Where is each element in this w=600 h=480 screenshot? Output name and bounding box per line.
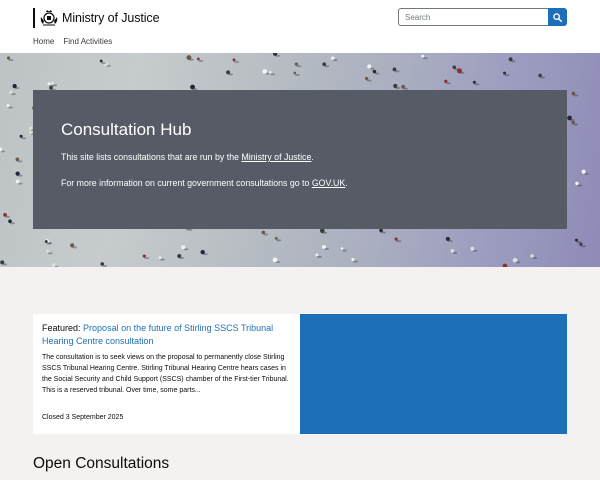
search-form: [398, 8, 567, 26]
hero-banner: Consultation Hub This site lists consult…: [0, 53, 600, 267]
crowd-person: [15, 179, 23, 185]
crowd-person: [315, 253, 322, 258]
crowd-person: [293, 71, 300, 76]
crowd-person: [46, 249, 53, 255]
crowd-person: [571, 120, 579, 126]
crowd-person: [364, 76, 372, 82]
nav-home[interactable]: Home: [33, 37, 54, 49]
hub-intro-text: This site lists consultations that are r…: [61, 152, 314, 162]
crowd-person: [15, 157, 23, 163]
search-input[interactable]: [398, 8, 548, 26]
crowd-person: [571, 91, 579, 97]
crowd-person: [567, 115, 575, 121]
crowd-person: [177, 254, 185, 260]
crowd-person: [226, 70, 234, 76]
crowd-person: [530, 254, 538, 259]
main-content: Featured: Proposal on the future of Stir…: [0, 267, 600, 480]
search-icon: [553, 12, 562, 22]
crowd-person: [186, 55, 194, 61]
crowd-person: [340, 247, 348, 252]
crowd-person: [351, 257, 358, 263]
crowd-person: [273, 53, 281, 57]
featured-image[interactable]: [300, 314, 567, 434]
crowd-person: [196, 57, 204, 62]
crowd-person: [392, 67, 400, 73]
hub-more-info-text: For more information on current governme…: [61, 178, 348, 188]
crowd-person: [470, 246, 478, 252]
crowd-person: [367, 64, 375, 70]
crowd-person: [421, 54, 428, 60]
crowd-person: [503, 71, 510, 77]
crowd-person: [262, 69, 270, 75]
crowd-person: [331, 56, 338, 62]
crowd-person: [457, 68, 465, 74]
more-suffix: .: [345, 178, 348, 188]
crowd-person: [322, 244, 329, 250]
crowd-person: [261, 230, 269, 236]
crowd-person: [181, 245, 189, 251]
logo-text: Ministry of Justice: [62, 11, 160, 25]
crowd-person: [444, 79, 451, 85]
crowd-person: [538, 73, 546, 79]
main-nav: Home Find Activities: [33, 37, 112, 49]
crowd-person: [272, 257, 281, 263]
crowd-person: [322, 62, 330, 68]
crowd-person: [19, 134, 27, 140]
crowd-person: [394, 237, 402, 243]
royal-crest-icon: [40, 10, 58, 26]
crowd-person: [9, 90, 16, 96]
featured-description: The consultation is to seek views on the…: [42, 354, 289, 394]
crowd-person: [0, 147, 6, 153]
crowd-person: [512, 257, 521, 264]
crowd-person: [12, 83, 20, 90]
featured-status: Closed 3 September 2025: [42, 414, 124, 421]
crowd-person: [575, 181, 582, 187]
crowd-person: [6, 56, 14, 61]
crowd-person: [6, 104, 14, 109]
ministry-logo[interactable]: Ministry of Justice: [33, 8, 160, 28]
crowd-person: [142, 254, 150, 260]
logo-divider: [33, 8, 35, 28]
crowd-person: [232, 58, 240, 63]
more-prefix: For more information on current governme…: [61, 178, 312, 188]
crowd-person: [8, 219, 16, 225]
open-consultations-heading: Open Consultations: [33, 455, 170, 472]
crowd-person: [274, 236, 282, 242]
crowd-person: [294, 62, 302, 68]
crowd-person: [579, 242, 586, 248]
gov-uk-link[interactable]: GOV.UK: [312, 178, 345, 188]
crowd-person: [472, 80, 480, 86]
featured-label: Featured:: [42, 323, 81, 333]
crowd-person: [268, 70, 276, 76]
crowd-person: [574, 238, 582, 244]
crowd-person: [0, 260, 8, 266]
nav-find-activities[interactable]: Find Activities: [63, 37, 112, 49]
site-header: Ministry of Justice: [0, 0, 600, 34]
ministry-of-justice-link[interactable]: Ministry of Justice: [241, 152, 311, 162]
featured-consultation: Featured: Proposal on the future of Stir…: [33, 314, 567, 434]
crowd-person: [379, 228, 387, 234]
featured-heading: Featured: Proposal on the future of Stir…: [42, 322, 291, 348]
crowd-person: [3, 213, 11, 218]
crowd-person: [200, 249, 208, 256]
crowd-person: [372, 69, 380, 75]
search-button[interactable]: [548, 8, 567, 26]
featured-card: Featured: Proposal on the future of Stir…: [33, 314, 300, 434]
page-title: Consultation Hub: [61, 120, 192, 139]
intro-suffix: .: [311, 152, 314, 162]
crowd-person: [450, 249, 458, 254]
hub-intro-box: Consultation Hub This site lists consult…: [33, 90, 567, 229]
crowd-person: [581, 169, 589, 175]
crowd-person: [15, 171, 23, 177]
crowd-person: [393, 83, 401, 89]
crowd-person: [508, 57, 516, 63]
crowd-person: [445, 236, 453, 242]
crowd-person: [319, 228, 328, 234]
crowd-person: [158, 256, 166, 261]
crowd-person: [70, 243, 78, 249]
intro-prefix: This site lists consultations that are r…: [61, 152, 242, 162]
